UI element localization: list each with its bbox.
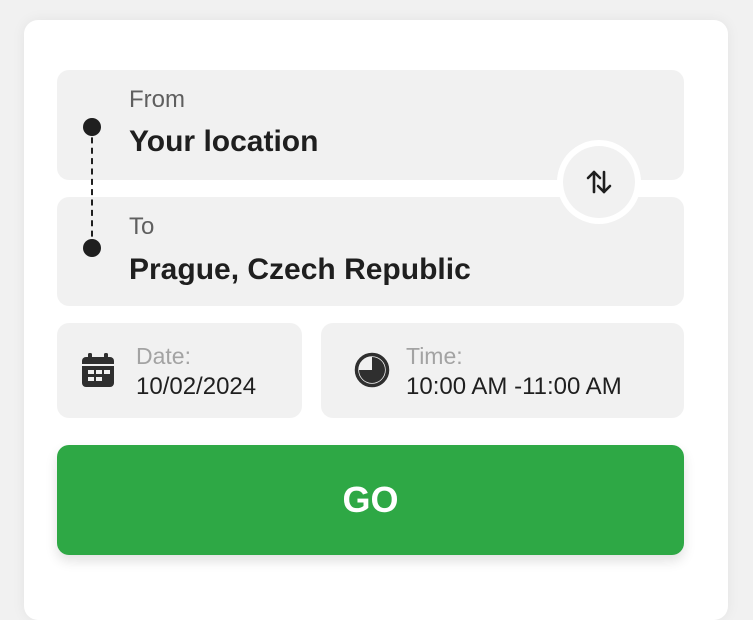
to-value: Prague, Czech Republic — [129, 253, 471, 286]
trip-planner-card: From Your location To Prague, Czech Repu… — [24, 20, 728, 620]
swap-button-inner — [563, 146, 635, 218]
go-button[interactable]: GO — [57, 445, 684, 555]
route-connector-line — [91, 127, 93, 247]
date-label: Date: — [136, 343, 191, 369]
time-label: Time: — [406, 343, 463, 369]
from-value: Your location — [129, 125, 319, 158]
destination-dot-icon — [83, 239, 101, 257]
origin-dot-icon — [83, 118, 101, 136]
swap-vertical-icon — [586, 170, 612, 194]
date-field[interactable]: Date: 10/02/2024 — [57, 323, 302, 418]
time-field[interactable]: Time: 10:00 AM -11:00 AM — [321, 323, 684, 418]
to-label: To — [129, 213, 155, 240]
date-value: 10/02/2024 — [136, 373, 257, 400]
clock-icon — [353, 351, 391, 394]
time-value: 10:00 AM -11:00 AM — [406, 373, 622, 400]
from-label: From — [129, 86, 185, 113]
swap-button[interactable] — [557, 140, 641, 224]
calendar-icon — [79, 351, 117, 394]
